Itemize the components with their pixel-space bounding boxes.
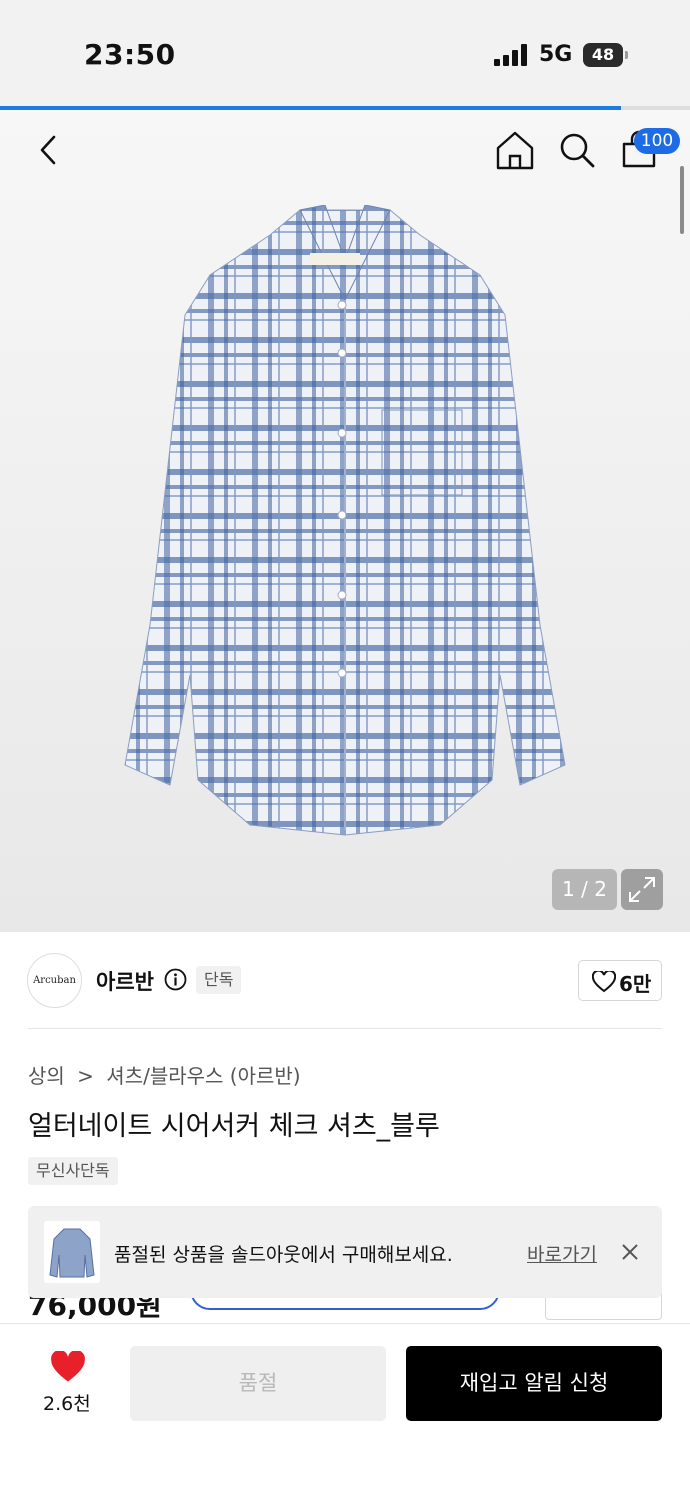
toast-link[interactable]: 바로가기 — [527, 1240, 597, 1267]
back-icon[interactable] — [27, 128, 71, 172]
divider — [28, 1028, 662, 1029]
home-icon[interactable] — [493, 128, 537, 172]
breadcrumb-separator: > — [77, 1064, 94, 1088]
brand-name[interactable]: 아르반 — [96, 966, 154, 996]
expand-icon[interactable] — [621, 869, 663, 910]
status-time: 23:50 — [84, 38, 176, 71]
toast-message: 품절된 상품을 솔드아웃에서 구매해보세요. — [114, 1244, 453, 1266]
toast-product-thumbnail — [44, 1221, 100, 1283]
heart-outline-icon — [592, 971, 616, 993]
battery-icon: 48 — [583, 43, 623, 67]
status-bar: 23:50 5G 48 — [0, 0, 690, 106]
battery-tip — [625, 51, 628, 59]
soldout-button[interactable]: 품절 — [130, 1346, 386, 1421]
soldout-toast: 품절된 상품을 솔드아웃에서 구매해보세요. 바로가기 — [28, 1206, 662, 1298]
breadcrumb-subcategory[interactable]: 셔츠/블라우스 (아르반) — [106, 1064, 300, 1088]
scrollbar[interactable] — [680, 166, 684, 234]
brand-logo[interactable]: Arcuban — [27, 953, 82, 1008]
exclusive-tag: 단독 — [196, 966, 242, 994]
network-label: 5G — [539, 42, 573, 67]
image-counter: 1 / 2 — [552, 869, 617, 910]
brand-like-button[interactable]: 6만 — [578, 960, 662, 1001]
wish-count: 2.6천 — [43, 1393, 91, 1415]
heart-filled-icon[interactable] — [50, 1351, 86, 1383]
cart-badge[interactable]: 100 — [634, 128, 680, 154]
search-icon[interactable] — [555, 128, 599, 172]
restock-alert-button[interactable]: 재입고 알림 신청 — [406, 1346, 662, 1421]
signal-icon — [494, 44, 527, 66]
breadcrumb-category[interactable]: 상의 — [28, 1064, 65, 1088]
close-icon[interactable] — [620, 1242, 640, 1262]
brand-like-count: 6만 — [619, 972, 652, 996]
product-image — [124, 205, 566, 836]
info-icon[interactable] — [164, 968, 187, 991]
breadcrumb: 상의 > 셔츠/블라우스 (아르반) — [28, 1060, 307, 1089]
product-badge: 무신사단독 — [28, 1157, 118, 1185]
product-title: 얼터네이트 시어서커 체크 셔츠_블루 — [28, 1111, 440, 1142]
